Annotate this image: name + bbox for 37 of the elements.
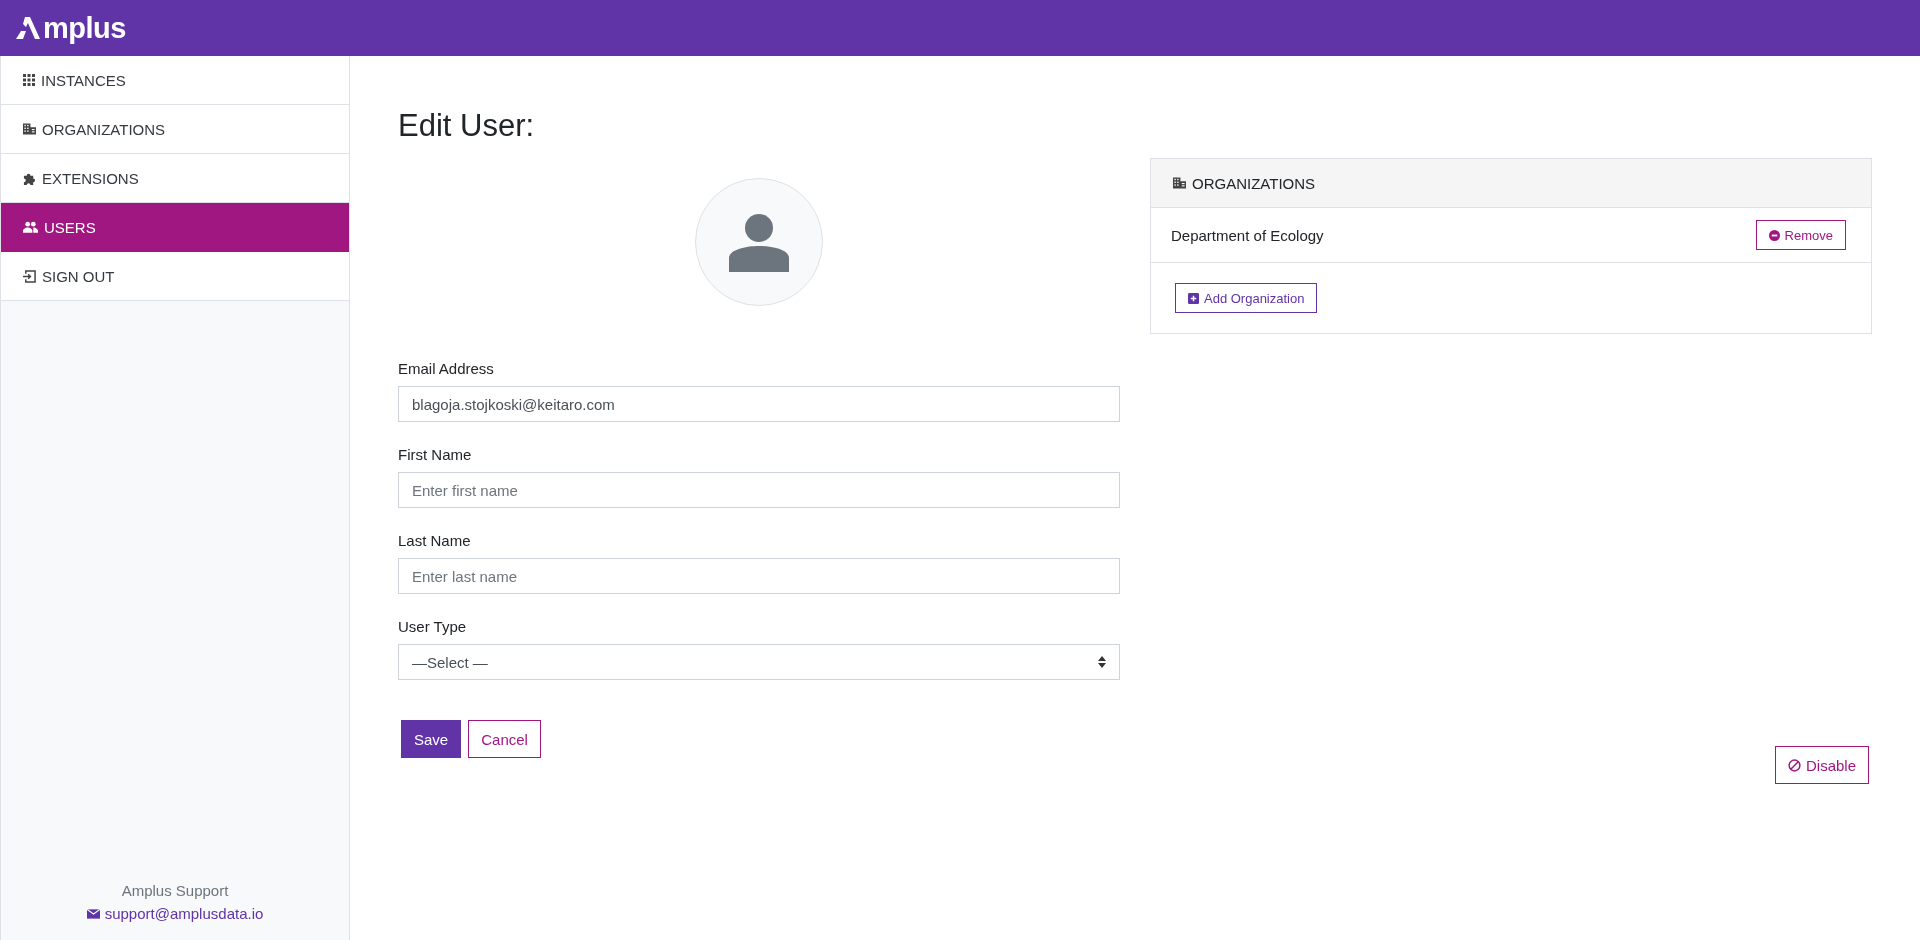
- users-icon: [23, 221, 38, 233]
- sidebar-item[interactable]: INSTANCES: [1, 56, 349, 105]
- disable-button[interactable]: Disable: [1774, 746, 1869, 784]
- user-type-select[interactable]: —Select —: [398, 644, 1120, 680]
- sidebar-item[interactable]: EXTENSIONS: [1, 154, 349, 203]
- add-organization-button[interactable]: Add Organization: [1175, 283, 1318, 313]
- sidebar-item[interactable]: ORGANIZATIONS: [1, 105, 349, 154]
- input-field[interactable]: Enter first name: [398, 472, 1120, 508]
- envelope-icon: [86, 908, 100, 919]
- sidebar-item[interactable]: USERS: [1, 203, 349, 252]
- input-field[interactable]: blagoja.stojkoski@keitaro.com: [398, 386, 1120, 422]
- field-label: User Type: [398, 618, 468, 635]
- grid-icon: [23, 74, 35, 86]
- page-title: Edit User:: [398, 108, 536, 144]
- remove-button[interactable]: Remove: [1755, 220, 1846, 250]
- sidebar-item[interactable]: SIGN OUT: [1, 252, 349, 301]
- field-label: Last Name: [398, 532, 472, 549]
- logo-text: mplus: [43, 11, 126, 45]
- building-icon: [23, 123, 36, 135]
- field-label: First Name: [398, 446, 473, 463]
- user-silhouette-icon: [729, 212, 789, 272]
- logo-icon: [16, 17, 42, 39]
- plus-square-icon: [1188, 292, 1199, 304]
- sort-caret-icon: [1098, 656, 1106, 668]
- building-icon: [1173, 177, 1186, 189]
- puzzle-icon: [23, 171, 36, 185]
- sign-out-icon: [23, 269, 36, 283]
- input-field[interactable]: Enter last name: [398, 558, 1120, 594]
- ban-icon: [1787, 758, 1801, 772]
- support-title: Amplus Support: [121, 882, 229, 899]
- organization-name: Department of Ecology: [1171, 226, 1324, 244]
- support-email-link[interactable]: support@amplusdata.io: [104, 905, 264, 922]
- minus-circle-icon: [1768, 229, 1780, 241]
- field-label: Email Address: [398, 360, 495, 377]
- cancel-button[interactable]: Cancel: [468, 720, 541, 758]
- save-button[interactable]: Save: [401, 720, 462, 758]
- panel-title: ORGANIZATIONS: [1192, 174, 1316, 192]
